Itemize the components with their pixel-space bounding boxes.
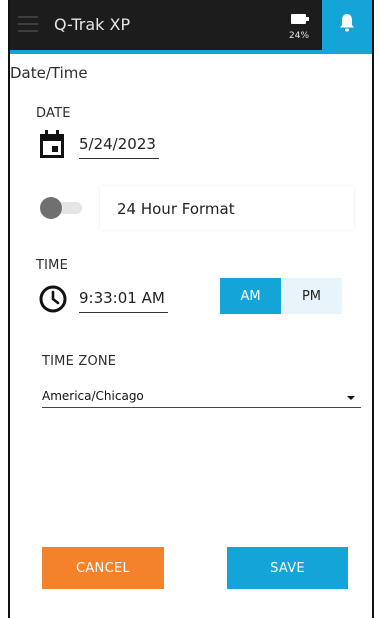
menu-icon[interactable] <box>18 16 38 32</box>
time-zone-label: TIME ZONE <box>42 354 117 369</box>
bell-icon[interactable] <box>339 13 355 33</box>
time-field[interactable]: 9:33:01 AM <box>79 289 168 313</box>
battery-icon <box>291 14 309 24</box>
date-field[interactable]: 5/24/2023 <box>79 135 159 159</box>
cancel-button[interactable]: CANCEL <box>42 547 164 589</box>
time-zone-select[interactable]: America/Chicago <box>42 389 144 403</box>
app-title: Q-Trak XP <box>54 15 131 34</box>
top-bar-accent-line <box>10 50 372 54</box>
chevron-down-icon[interactable] <box>347 396 355 400</box>
am-button[interactable]: AM <box>220 278 281 314</box>
save-button[interactable]: SAVE <box>227 547 348 589</box>
page-title: Date/Time <box>10 64 88 82</box>
am-pm-selector: AM PM <box>220 278 342 314</box>
calendar-icon[interactable] <box>38 129 68 159</box>
clock-icon[interactable] <box>38 284 68 314</box>
24-hour-format-label: 24 Hour Format <box>117 200 235 218</box>
date-label: DATE <box>36 106 71 121</box>
time-label: TIME <box>36 258 69 273</box>
24-hour-format-toggle[interactable] <box>38 197 86 219</box>
frame-left-border <box>8 0 10 618</box>
pm-button[interactable]: PM <box>281 278 342 314</box>
battery-percentage: 24% <box>289 31 310 41</box>
frame-right-border <box>372 0 374 618</box>
time-zone-underline <box>42 407 361 408</box>
